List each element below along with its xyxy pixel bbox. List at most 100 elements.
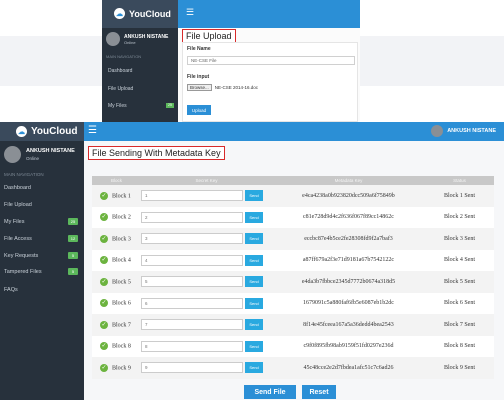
table-row: ✓ Block 6 6 Send 1679091c5a880faf6fb5e6087…: [92, 292, 494, 314]
sidebar-user: ANKUSH NISTANE Online: [106, 32, 168, 46]
count-badge: 5: [68, 268, 78, 275]
key-cell: 5 Send: [141, 271, 272, 293]
upload-form: File Name NE-CSE File File input Browse.…: [182, 42, 358, 122]
brand-logo[interactable]: ☁ YouCloud: [114, 8, 171, 19]
sidebar: ANKUSH NISTANE Online MAIN NAVIGATION Da…: [0, 141, 84, 400]
logo-bar: ☁ YouCloud: [102, 0, 178, 28]
block-name: Block 2: [112, 214, 131, 221]
block-cell: ✓ Block 4: [92, 249, 141, 271]
cloud-icon: ☁: [114, 8, 125, 19]
secret-key-input[interactable]: 4: [141, 254, 243, 266]
browse-button[interactable]: Browse...: [187, 84, 212, 91]
header-user-name: ANKUSH NISTANE: [447, 128, 496, 134]
column-header-block: Block: [92, 176, 141, 185]
send-block-button[interactable]: Send: [245, 297, 263, 309]
nav-title: MAIN NAVIGATION: [4, 172, 44, 177]
secret-key-input[interactable]: 5: [141, 276, 243, 288]
secret-key-input[interactable]: 6: [141, 297, 243, 309]
sidebar-item-label: Dashboard: [4, 185, 31, 191]
send-block-button[interactable]: Send: [245, 276, 263, 288]
form-actions: Send File Reset: [244, 385, 336, 399]
background-panel: [360, 36, 504, 86]
file-name-field[interactable]: NE-CSE File: [187, 56, 355, 65]
checkmark-icon: ✓: [100, 320, 108, 329]
count-badge: 25: [68, 218, 78, 225]
menu-toggle-icon[interactable]: ☰: [186, 7, 194, 18]
menu-toggle-icon[interactable]: ☰: [88, 125, 97, 136]
send-block-button[interactable]: Send: [245, 254, 263, 266]
sidebar-item-file-upload[interactable]: File Upload: [0, 198, 84, 212]
block-cell: ✓ Block 8: [92, 335, 141, 357]
user-name: ANKUSH NISTANE: [26, 148, 75, 154]
status-text: Block 6 Sent: [425, 292, 494, 314]
block-cell: ✓ Block 9: [92, 357, 141, 379]
sidebar-item-file-upload[interactable]: File Upload: [108, 86, 133, 92]
send-block-button[interactable]: Send: [245, 211, 263, 223]
block-name: Block 8: [112, 343, 131, 350]
send-block-button[interactable]: Send: [245, 233, 263, 245]
sidebar-item-my-files[interactable]: My Files: [108, 103, 127, 109]
secret-key-input[interactable]: 9: [141, 362, 243, 374]
file-name-label: File Name: [187, 46, 211, 52]
send-block-button[interactable]: Send: [245, 190, 263, 202]
metadata-key: eccbc87e4b5ce2fe28308fd9f2a7baf3: [272, 228, 425, 250]
header-user-menu[interactable]: ANKUSH NISTANE: [431, 125, 496, 137]
secret-key-input[interactable]: 7: [141, 319, 243, 331]
send-block-button[interactable]: Send: [245, 319, 263, 331]
checkmark-icon: ✓: [100, 213, 108, 222]
background-panel: [0, 36, 102, 86]
sidebar-item-key-requests[interactable]: Key Requests 5: [0, 249, 84, 263]
table-row: ✓ Block 1 1 Send e4ca4238a0b923820dcc509a6…: [92, 185, 494, 207]
avatar: [106, 32, 120, 46]
block-name: Block 5: [112, 279, 131, 286]
status-text: Block 8 Sent: [425, 335, 494, 357]
main-content: File Upload File Name NE-CSE File File i…: [178, 28, 360, 122]
sidebar-item-label: Tampered Files: [4, 269, 42, 275]
metadata-key: a87ff679a2f3e71d9181a67b7542122c: [272, 249, 425, 271]
status-text: Block 5 Sent: [425, 271, 494, 293]
table-row: ✓ Block 5 5 Send e4da3b7fbbce2345d7772b067…: [92, 271, 494, 293]
sidebar: ANKUSH NISTANE Online MAIN NAVIGATION Da…: [102, 28, 178, 122]
send-file-button[interactable]: Send File: [244, 385, 296, 399]
logo-bar: ☁ YouCloud: [0, 122, 84, 141]
block-cell: ✓ Block 5: [92, 271, 141, 293]
sidebar-item-dashboard[interactable]: Dashboard: [108, 68, 132, 74]
cloud-icon: ☁: [16, 126, 27, 137]
status-text: Block 9 Sent: [425, 357, 494, 379]
upload-button[interactable]: Upload: [187, 105, 211, 115]
table-row: ✓ Block 7 7 Send 8f14e45fceea167a5a36dedd4…: [92, 314, 494, 336]
table-row: ✓ Block 3 3 Send eccbc87e4b5ce2fe28308fd9f…: [92, 228, 494, 250]
file-sending-window: ☁ YouCloud ☰ ANKUSH NISTANE ANKUSH NISTA…: [0, 122, 504, 400]
key-cell: 9 Send: [141, 357, 272, 379]
table-row: ✓ Block 4 4 Send a87ff679a2f3e71d9181a67b7…: [92, 249, 494, 271]
secret-key-input[interactable]: 2: [141, 211, 243, 223]
blocks-panel: Block Secret Key Metadata Key Status ✓ Bl…: [92, 176, 494, 379]
top-screenshot: ☁ YouCloud ☰ ANKUSH NISTANE Online MAIN …: [0, 0, 504, 122]
sidebar-item-label: FAQs: [4, 287, 18, 293]
user-status: Online: [124, 39, 136, 45]
sidebar-item-dashboard[interactable]: Dashboard: [0, 181, 84, 195]
brand-logo[interactable]: ☁ YouCloud: [16, 126, 77, 137]
send-block-button[interactable]: Send: [245, 340, 263, 352]
sidebar-item-faqs[interactable]: FAQs: [0, 283, 84, 297]
sidebar-item-file-access[interactable]: File Access 12: [0, 232, 84, 246]
secret-key-input[interactable]: 3: [141, 233, 243, 245]
status-text: Block 2 Sent: [425, 206, 494, 228]
block-name: Block 6: [112, 300, 131, 307]
metadata-key: e4ca4238a0b923820dcc509a6f75849b: [272, 185, 425, 207]
selected-file-name: NE-CSE 2014-16.doc: [214, 85, 259, 90]
reset-button[interactable]: Reset: [302, 385, 336, 399]
secret-key-input[interactable]: 8: [141, 340, 243, 352]
checkmark-icon: ✓: [100, 256, 108, 265]
brand-name: YouCloud: [31, 126, 78, 137]
send-block-button[interactable]: Send: [245, 362, 263, 374]
sidebar-item-my-files[interactable]: My Files 25: [0, 215, 84, 229]
metadata-key: c9f0f895fb98ab9159f51fd0297e236d: [272, 335, 425, 357]
sidebar-item-tampered-files[interactable]: Tampered Files 5: [0, 265, 84, 279]
secret-key-input[interactable]: 1: [141, 190, 243, 202]
main-content: File Sending With Metadata Key Block Sec…: [84, 141, 504, 400]
table-row: ✓ Block 8 8 Send c9f0f895fb98ab9159f51fd02…: [92, 335, 494, 357]
table-header-row: Block Secret Key Metadata Key Status: [92, 176, 494, 185]
key-cell: 3 Send: [141, 228, 272, 250]
key-cell: 2 Send: [141, 206, 272, 228]
